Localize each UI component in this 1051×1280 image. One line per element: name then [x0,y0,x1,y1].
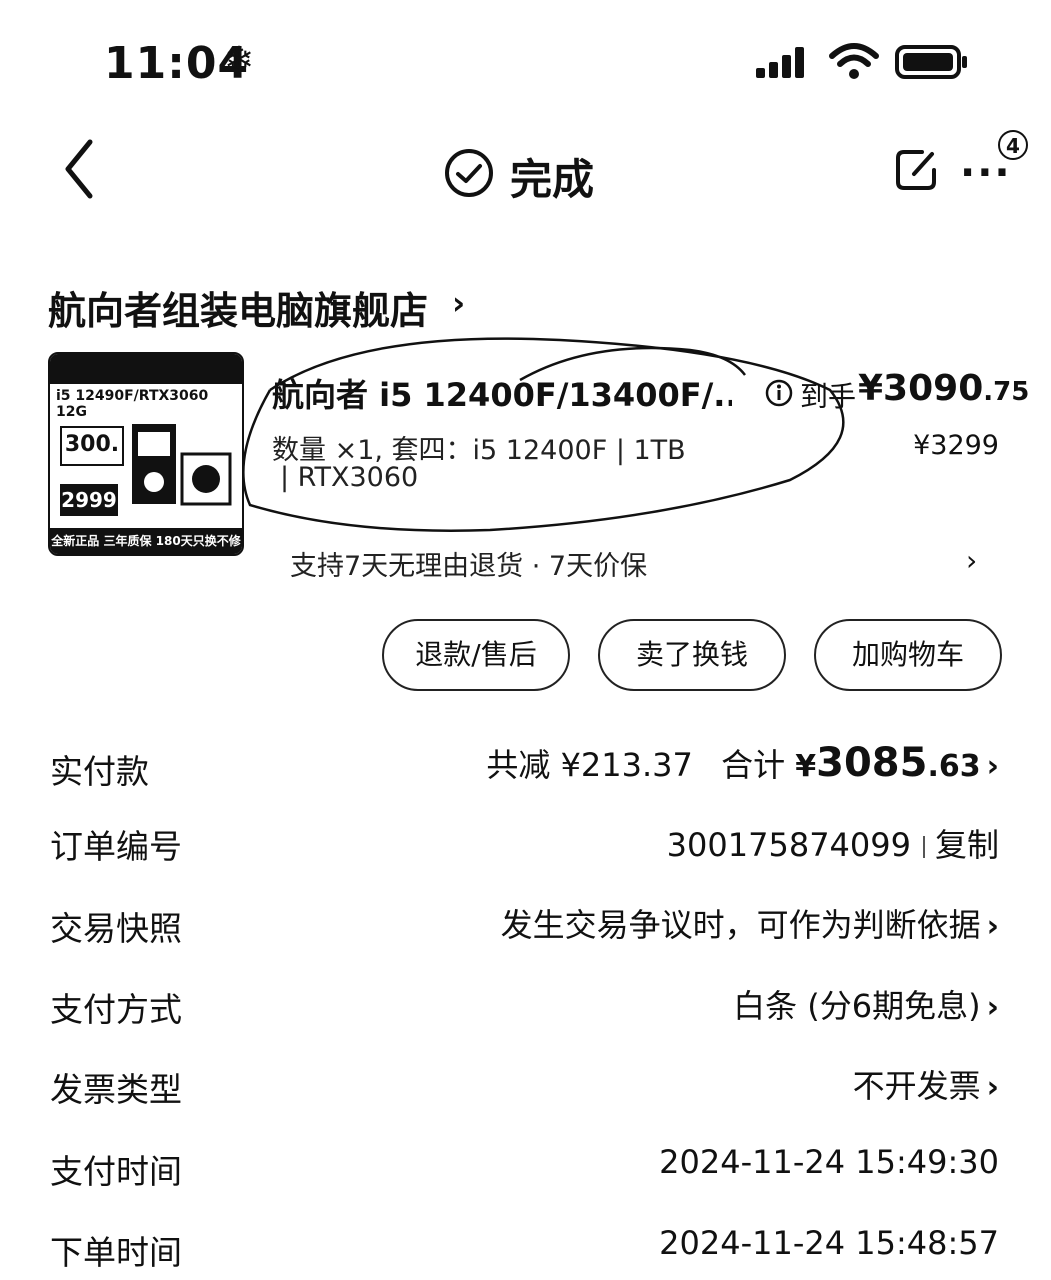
chevron-right-icon[interactable]: › [966,544,977,577]
share-icon[interactable] [892,146,940,194]
chevron-right-icon[interactable]: › [987,749,999,784]
copy-button[interactable]: 复制 [935,826,999,864]
chevron-right-icon[interactable]: › [452,284,465,322]
product-spec-continued: | RTX3060 [280,462,419,493]
final-price: ¥3090.75 [858,368,1029,409]
invoice-type-label: 发票类型 [50,1070,182,1109]
divider [922,836,925,858]
product-thumbnail[interactable]: i5 12490F/RTX3060 12G 300. 2999 全新正品 三年质… [48,352,244,556]
order-number-row: 300175874099 复制 [667,820,999,866]
final-price-decimal: .75 [983,377,1030,407]
total-amount: 3085 [816,740,928,786]
pay-time-label: 支付时间 [50,1152,182,1191]
back-icon[interactable] [62,138,96,200]
payment-method-row[interactable]: 白条 (分6期免息) › [733,981,999,1027]
snapshot-row[interactable]: 发生交易争议时，可作为判断依据 › [501,900,999,946]
add-to-cart-button[interactable]: 加购物车 [814,619,1002,691]
chevron-right-icon[interactable]: › [987,1070,999,1105]
wifi-icon [829,43,879,79]
final-price-integer: ¥3090 [858,368,984,409]
shop-name[interactable]: 航向者组装电脑旗舰店 [48,280,428,335]
return-policy[interactable]: 支持7天无理由退货 · 7天价保 [290,544,647,583]
pay-time-value: 2024-11-24 15:49:30 [659,1143,999,1181]
thumbnail-banner [50,354,242,384]
paid-amount-label: 实付款 [50,752,149,791]
final-price-label: 到手 [800,380,857,413]
discount-amount: 共减 ¥213.37 [486,746,693,784]
resell-button[interactable]: 卖了换钱 [598,619,786,691]
payment-method-value: 白条 (分6期免息) [733,987,981,1025]
snapshot-label: 交易快照 [50,909,182,948]
chevron-right-icon[interactable]: › [987,909,999,944]
thumbnail-badge: 300. [60,426,124,466]
thumbnail-footer: 全新正品 三年质保 180天只换不修 [50,528,242,554]
pc-case-image [132,424,232,506]
total-decimal: .63 [927,749,981,784]
total-label: 合计 [721,746,786,784]
page-title: 完成 [510,155,595,204]
order-number-label: 订单编号 [50,827,182,866]
signal-icon [756,47,804,78]
invoice-type-row[interactable]: 不开发票 › [853,1061,999,1107]
total-currency: ¥ [795,749,817,784]
check-circle-icon [445,149,493,197]
refund-aftersale-button[interactable]: 退款/售后 [382,619,570,691]
order-time-label: 下单时间 [50,1233,182,1272]
snowflake-icon: ❄ [224,40,255,81]
thumbnail-price: 2999 [60,484,118,516]
paid-amount-row[interactable]: 共减 ¥213.37 合计 ¥3085.63 › [486,740,999,786]
chevron-right-icon[interactable]: › [987,990,999,1025]
invoice-type-value: 不开发票 [852,1067,981,1105]
info-icon[interactable] [764,378,794,408]
product-title[interactable]: 航向者 i5 12400F/13400F/... [272,370,732,416]
notification-badge: 4 [998,130,1028,160]
order-number: 300175874099 [666,826,911,864]
payment-method-label: 支付方式 [50,990,182,1029]
snapshot-value: 发生交易争议时，可作为判断依据 [500,906,981,944]
order-time-value: 2024-11-24 15:48:57 [659,1224,999,1262]
original-price: ¥3299 [913,430,999,461]
battery-icon [895,45,967,79]
